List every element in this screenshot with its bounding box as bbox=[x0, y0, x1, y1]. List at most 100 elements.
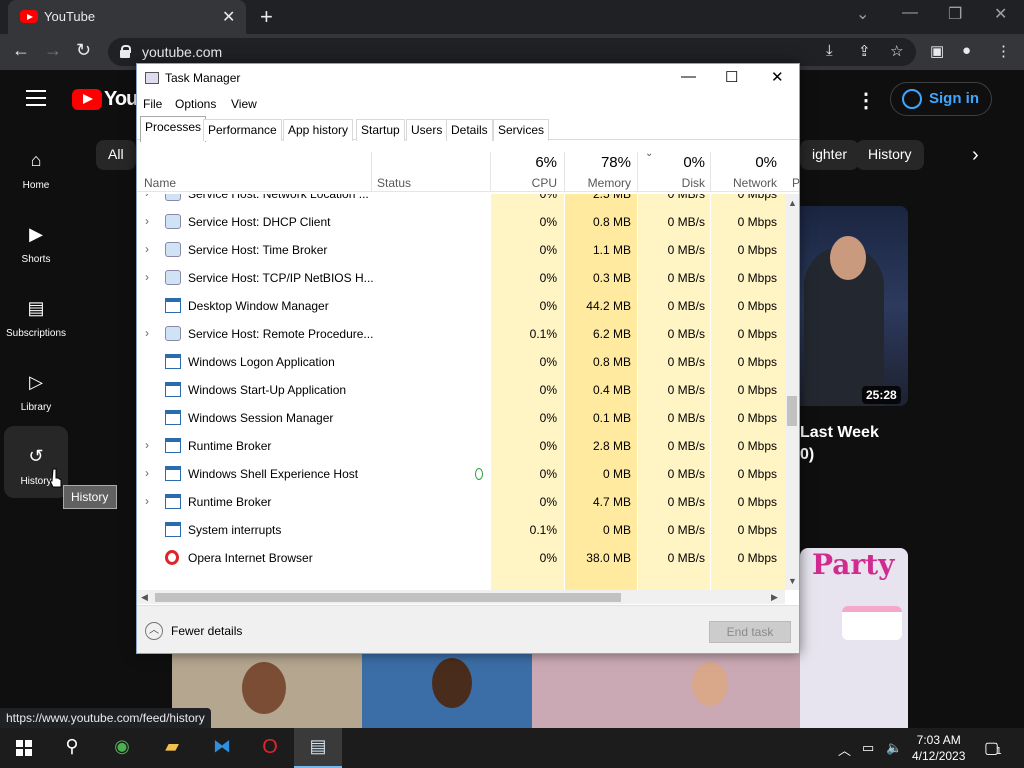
chevron-up-icon[interactable]: ︿ bbox=[145, 622, 163, 640]
video-thumbnail[interactable] bbox=[362, 652, 532, 728]
sidebar-item-shorts[interactable]: ▶ Shorts bbox=[4, 204, 68, 276]
tab-search-icon[interactable]: ⌄ bbox=[856, 4, 869, 24]
tab-users[interactable]: Users bbox=[406, 119, 448, 141]
restore-icon[interactable]: ❐ bbox=[948, 4, 962, 24]
column-header-name[interactable]: Name bbox=[144, 176, 176, 190]
process-row[interactable]: Windows Start-Up Application 0% 0.4 MB 0 MB… bbox=[137, 376, 785, 404]
sidebar-item-home[interactable]: ⌂ Home bbox=[4, 130, 68, 202]
tab-close-icon[interactable]: ✕ bbox=[222, 7, 235, 27]
sidebar-item-library[interactable]: ▷ Library bbox=[4, 352, 68, 424]
memory-percent[interactable]: 78% bbox=[571, 154, 631, 171]
horizontal-scrollbar[interactable]: ◀ ▶ bbox=[137, 590, 785, 604]
scroll-down-icon[interactable]: ▼ bbox=[788, 576, 797, 586]
video-thumbnail[interactable] bbox=[532, 652, 800, 728]
task-manager-titlebar[interactable]: Task Manager — ☐ ✕ bbox=[137, 64, 799, 92]
column-header-power[interactable]: P bbox=[792, 176, 800, 190]
lock-icon[interactable] bbox=[120, 45, 131, 58]
menu-view[interactable]: View bbox=[231, 97, 257, 111]
sidebar-item-subscriptions[interactable]: ▤ Subscriptions bbox=[4, 278, 68, 350]
process-row[interactable]: › Runtime Broker 0% 2.8 MB 0 MB/s 0 Mbps bbox=[137, 432, 785, 460]
process-row[interactable]: › Service Host: DHCP Client 0% 0.8 MB 0 MB/s… bbox=[137, 208, 785, 236]
close-icon[interactable]: ✕ bbox=[771, 68, 784, 86]
expand-chevron-icon[interactable]: › bbox=[145, 214, 149, 228]
scroll-up-icon[interactable]: ▲ bbox=[788, 198, 797, 208]
youtube-logo-icon[interactable] bbox=[72, 89, 102, 110]
share-icon[interactable]: ⇪ bbox=[858, 42, 871, 60]
cpu-percent[interactable]: 6% bbox=[497, 154, 557, 171]
minimize-icon[interactable]: — bbox=[902, 4, 918, 22]
back-icon[interactable]: ← bbox=[12, 40, 30, 61]
menu-file[interactable]: File bbox=[143, 97, 162, 111]
forward-icon[interactable]: → bbox=[44, 40, 62, 61]
horizontal-scroll-thumb[interactable] bbox=[155, 593, 621, 602]
column-divider[interactable] bbox=[710, 152, 711, 192]
expand-chevron-icon[interactable]: › bbox=[145, 326, 149, 340]
process-row[interactable]: › Service Host: Remote Procedure... 0.1% 6.… bbox=[137, 320, 785, 348]
maximize-icon[interactable]: ☐ bbox=[725, 68, 738, 86]
column-header-cpu[interactable]: CPU bbox=[497, 176, 557, 190]
bookmark-star-icon[interactable]: ☆ bbox=[890, 42, 903, 60]
tab-details[interactable]: Details bbox=[446, 119, 493, 141]
url-text[interactable]: youtube.com bbox=[142, 44, 222, 60]
new-tab-icon[interactable]: + bbox=[260, 4, 273, 30]
chip-history[interactable]: History bbox=[856, 140, 924, 170]
vertical-scroll-thumb[interactable] bbox=[787, 396, 797, 426]
search-button[interactable]: ⚲ bbox=[48, 728, 96, 768]
column-divider[interactable] bbox=[490, 152, 491, 192]
taskbar-chrome[interactable]: ◉ bbox=[98, 728, 146, 768]
clock[interactable]: 7:03 AM 4/12/2023 bbox=[912, 732, 965, 764]
disk-percent[interactable]: 0% bbox=[645, 154, 705, 171]
expand-chevron-icon[interactable]: › bbox=[145, 466, 149, 480]
close-window-icon[interactable]: ✕ bbox=[994, 4, 1007, 24]
expand-chevron-icon[interactable]: › bbox=[145, 438, 149, 452]
expand-chevron-icon[interactable]: › bbox=[145, 494, 149, 508]
tab-performance[interactable]: Performance bbox=[203, 119, 282, 141]
minimize-icon[interactable]: — bbox=[681, 68, 696, 85]
tab-processes[interactable]: Processes bbox=[140, 116, 207, 142]
tab-startup[interactable]: Startup bbox=[356, 119, 405, 141]
expand-chevron-icon[interactable]: › bbox=[145, 270, 149, 284]
column-divider[interactable] bbox=[371, 152, 372, 192]
expand-chevron-icon[interactable]: › bbox=[145, 194, 149, 200]
chrome-menu-icon[interactable]: ⋮ bbox=[996, 42, 1011, 60]
process-row[interactable]: › Service Host: TCP/IP NetBIOS H... 0% 0.3 … bbox=[137, 264, 785, 292]
vertical-scrollbar[interactable]: ▲ ▼ bbox=[785, 194, 799, 590]
browser-tab[interactable]: YouTube ✕ bbox=[8, 0, 246, 34]
taskbar-vscode[interactable]: ⧓ bbox=[198, 728, 246, 768]
column-divider[interactable] bbox=[637, 152, 638, 192]
side-panel-icon[interactable]: ▣ bbox=[930, 42, 944, 60]
fewer-details-link[interactable]: Fewer details bbox=[171, 624, 242, 638]
process-row[interactable]: Opera Internet Browser 0% 38.0 MB 0 MB/s 0 M… bbox=[137, 544, 785, 572]
column-header-status[interactable]: Status bbox=[377, 176, 411, 190]
network-icon[interactable]: ▭ bbox=[862, 740, 874, 756]
taskbar-opera[interactable]: O bbox=[246, 728, 294, 768]
taskbar-file-explorer[interactable]: ▰ bbox=[148, 728, 196, 768]
process-row[interactable]: Desktop Window Manager 0% 44.2 MB 0 MB/s 0 M… bbox=[137, 292, 785, 320]
settings-more-icon[interactable]: ⋮ bbox=[856, 88, 876, 113]
column-header-network[interactable]: Network bbox=[717, 176, 777, 190]
menu-options[interactable]: Options bbox=[175, 97, 216, 111]
start-button[interactable] bbox=[0, 728, 48, 768]
taskbar-task-manager[interactable]: ▤ bbox=[294, 728, 342, 768]
install-icon[interactable]: ⤓ bbox=[826, 42, 833, 59]
reload-icon[interactable]: ↻ bbox=[76, 40, 91, 61]
expand-chevron-icon[interactable]: › bbox=[145, 242, 149, 256]
chevron-right-icon[interactable]: › bbox=[972, 144, 979, 167]
scroll-left-icon[interactable]: ◀ bbox=[141, 592, 148, 603]
tab-app-history[interactable]: App history bbox=[283, 119, 354, 141]
process-row[interactable]: › Windows Shell Experience Host 0% 0 MB 0 MB… bbox=[137, 460, 785, 488]
menu-icon[interactable] bbox=[26, 90, 46, 106]
column-divider[interactable] bbox=[564, 152, 565, 192]
tab-services[interactable]: Services bbox=[493, 119, 550, 141]
process-row[interactable]: System interrupts 0.1% 0 MB 0 MB/s 0 Mbps bbox=[137, 516, 785, 544]
chip-all[interactable]: All bbox=[96, 140, 136, 170]
volume-icon[interactable]: 🔈 bbox=[886, 740, 902, 756]
column-header-memory[interactable]: Memory bbox=[571, 176, 631, 190]
video-title[interactable]: Last Week 0) bbox=[800, 422, 879, 466]
process-row[interactable]: › Service Host: Time Broker 0% 1.1 MB 0 MB/s… bbox=[137, 236, 785, 264]
network-percent[interactable]: 0% bbox=[717, 154, 777, 171]
address-bar[interactable]: youtube.com bbox=[108, 38, 916, 66]
process-row[interactable]: › Runtime Broker 0% 4.7 MB 0 MB/s 0 Mbps bbox=[137, 488, 785, 516]
scroll-right-icon[interactable]: ▶ bbox=[771, 592, 778, 603]
column-header-disk[interactable]: Disk bbox=[645, 176, 705, 190]
